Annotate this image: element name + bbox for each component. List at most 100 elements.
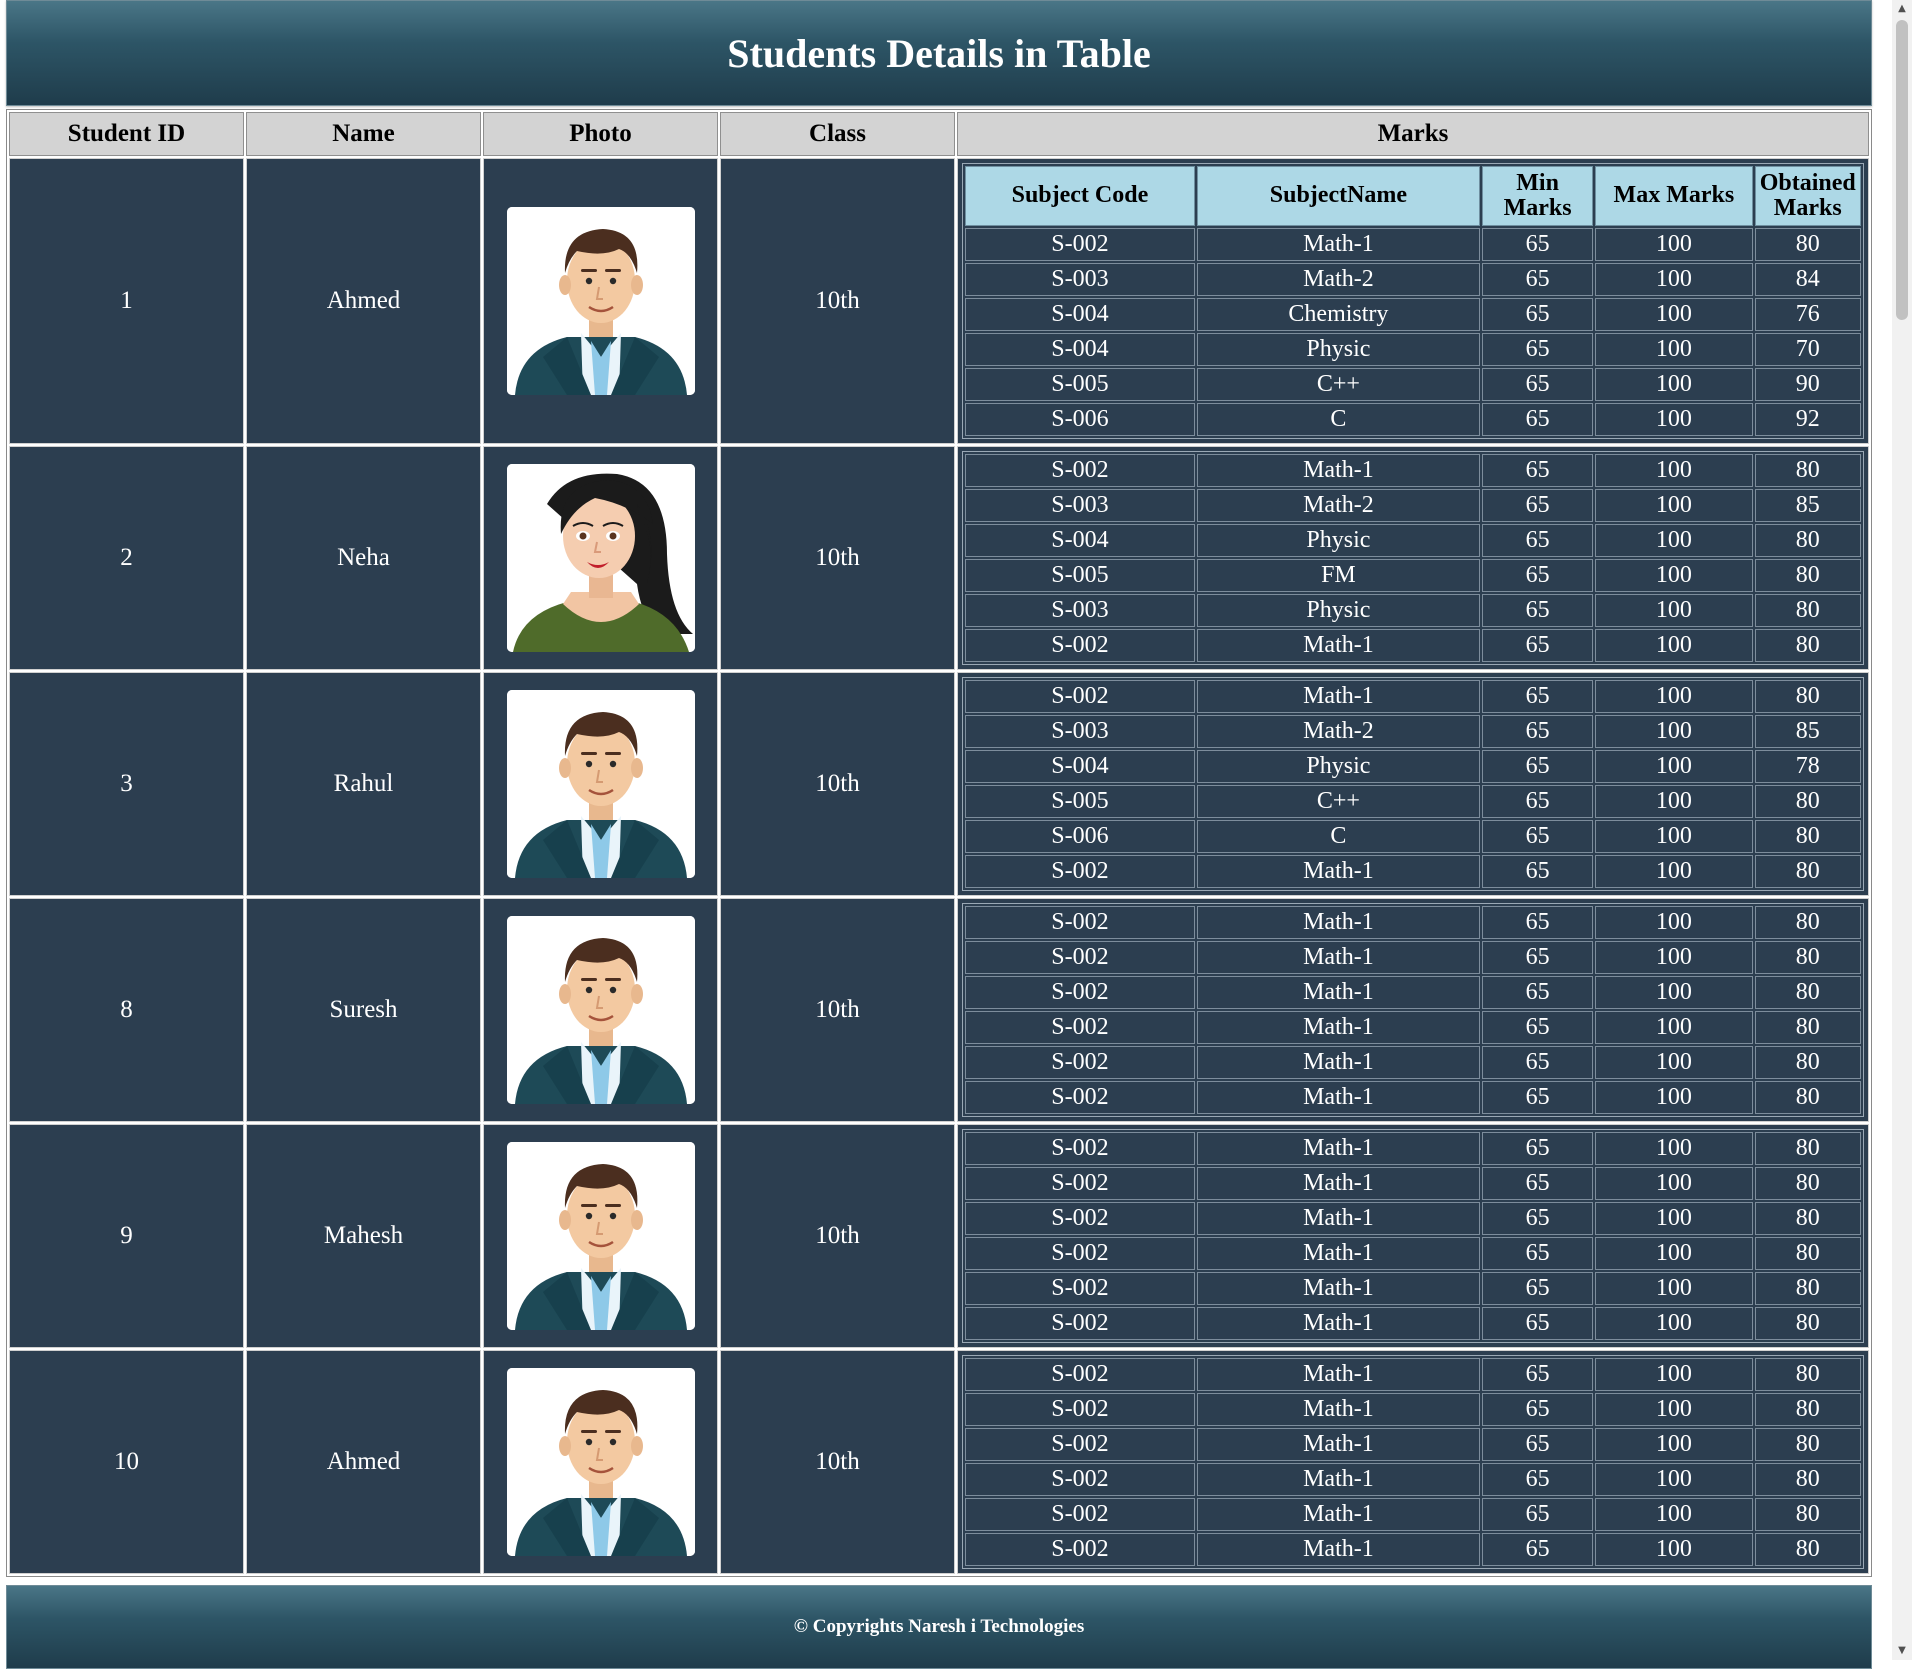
student-marks-cell: S-002 Math-1 65 100 80 S-002 Math-1 65 100 80 S-00… [957, 1124, 1869, 1348]
subject-name-cell: Physic [1196, 594, 1480, 627]
min-marks-cell: 65 [1481, 489, 1594, 522]
subject-name-cell: Math-1 [1196, 1237, 1480, 1270]
student-row: 2 Neha 10th S-002 Math-1 65 100 80 S-003 Math-2 65… [9, 446, 1869, 670]
subject-code-cell: S-002 [965, 855, 1195, 888]
min-marks-cell: 65 [1481, 333, 1594, 366]
marks-row: S-002 Math-1 65 100 80 [965, 1081, 1861, 1114]
min-marks-cell: 65 [1481, 454, 1594, 487]
max-marks-cell: 100 [1595, 298, 1753, 331]
subject-code-cell: S-003 [965, 594, 1195, 627]
marks-row: S-002 Math-1 65 100 80 [965, 1533, 1861, 1566]
obtained-marks-cell: 80 [1754, 1011, 1861, 1044]
max-marks-cell: 100 [1595, 855, 1753, 888]
obtained-marks-cell: 78 [1754, 750, 1861, 783]
subject-code-cell: S-002 [965, 1272, 1195, 1305]
subject-name-cell: Physic [1196, 750, 1480, 783]
marks-row: S-002 Math-1 65 100 80 [965, 1307, 1861, 1340]
marks-row: S-002 Math-1 65 100 80 [965, 1393, 1861, 1426]
max-marks-cell: 100 [1595, 489, 1753, 522]
male-avatar-icon [506, 207, 695, 395]
obtained-marks-cell: 92 [1754, 403, 1861, 436]
max-marks-cell: 100 [1595, 454, 1753, 487]
max-marks-cell: 100 [1595, 1307, 1753, 1340]
marks-row: S-002 Math-1 65 100 80 [965, 680, 1861, 713]
scroll-down-arrow-icon[interactable]: ▼ [1892, 1642, 1912, 1660]
marks-row: S-002 Math-1 65 100 80 [965, 1463, 1861, 1496]
subject-code-cell: S-003 [965, 263, 1195, 296]
subject-code-cell: S-004 [965, 298, 1195, 331]
subject-code-cell: S-004 [965, 333, 1195, 366]
min-marks-cell: 65 [1481, 1463, 1594, 1496]
marks-row: S-003 Math-2 65 100 84 [965, 263, 1861, 296]
min-marks-cell: 65 [1481, 1533, 1594, 1566]
student-row: 10 Ahmed 10th S-002 Math-1 65 100 80 S-002 Math-1… [9, 1350, 1869, 1574]
min-marks-cell: 65 [1481, 1167, 1594, 1200]
marks-header-subject-code: Subject Code [965, 166, 1195, 226]
marks-row: S-002 Math-1 65 100 80 [965, 1237, 1861, 1270]
scrollbar-thumb[interactable] [1896, 20, 1908, 320]
min-marks-cell: 65 [1481, 1202, 1594, 1235]
obtained-marks-cell: 80 [1754, 1272, 1861, 1305]
min-marks-cell: 65 [1481, 1081, 1594, 1114]
scroll-up-arrow-icon[interactable]: ▲ [1892, 0, 1912, 18]
female-avatar-icon [506, 464, 695, 652]
student-marks-cell: S-002 Math-1 65 100 80 S-002 Math-1 65 100 80 S-00… [957, 898, 1869, 1122]
student-id-cell: 10 [9, 1350, 244, 1574]
subject-name-cell: Chemistry [1196, 298, 1480, 331]
subject-name-cell: Math-1 [1196, 1358, 1480, 1391]
marks-row: S-005 C++ 65 100 90 [965, 368, 1861, 401]
marks-row: S-003 Math-2 65 100 85 [965, 715, 1861, 748]
min-marks-cell: 65 [1481, 750, 1594, 783]
marks-table-header: Subject Code SubjectName Min Marks Max Mark… [965, 166, 1861, 226]
max-marks-cell: 100 [1595, 594, 1753, 627]
subject-name-cell: Math-1 [1196, 855, 1480, 888]
min-marks-cell: 65 [1481, 1011, 1594, 1044]
obtained-marks-cell: 80 [1754, 820, 1861, 853]
obtained-marks-cell: 85 [1754, 715, 1861, 748]
subject-name-cell: Math-1 [1196, 454, 1480, 487]
max-marks-cell: 100 [1595, 228, 1753, 261]
subject-name-cell: Math-1 [1196, 1272, 1480, 1305]
student-id-cell: 3 [9, 672, 244, 896]
obtained-marks-cell: 80 [1754, 629, 1861, 662]
vertical-scrollbar[interactable]: ▲ ▼ [1892, 0, 1912, 1660]
marks-row: S-002 Math-1 65 100 80 [965, 629, 1861, 662]
student-name-cell: Suresh [246, 898, 481, 1122]
subject-name-cell: Physic [1196, 333, 1480, 366]
marks-row: S-002 Math-1 65 100 80 [965, 941, 1861, 974]
page-title: Students Details in Table [6, 0, 1872, 106]
max-marks-cell: 100 [1595, 680, 1753, 713]
obtained-marks-cell: 80 [1754, 1081, 1861, 1114]
student-class-cell: 10th [720, 1350, 955, 1574]
marks-row: S-004 Chemistry 65 100 76 [965, 298, 1861, 331]
student-photo-cell [483, 898, 718, 1122]
subject-name-cell: Math-1 [1196, 1081, 1480, 1114]
marks-table: S-002 Math-1 65 100 80 S-002 Math-1 65 100 80 S-00… [962, 903, 1864, 1117]
subject-name-cell: Math-2 [1196, 715, 1480, 748]
obtained-marks-cell: 80 [1754, 1132, 1861, 1165]
subject-code-cell: S-002 [965, 1358, 1195, 1391]
marks-row: S-005 C++ 65 100 80 [965, 785, 1861, 818]
obtained-marks-cell: 80 [1754, 855, 1861, 888]
min-marks-cell: 65 [1481, 1046, 1594, 1079]
marks-row: S-002 Math-1 65 100 80 [965, 906, 1861, 939]
marks-header-subject-name: SubjectName [1196, 166, 1480, 226]
min-marks-cell: 65 [1481, 228, 1594, 261]
obtained-marks-cell: 80 [1754, 1237, 1861, 1270]
subject-code-cell: S-003 [965, 489, 1195, 522]
student-name-cell: Mahesh [246, 1124, 481, 1348]
subject-code-cell: S-003 [965, 715, 1195, 748]
student-id-cell: 8 [9, 898, 244, 1122]
marks-row: S-002 Math-1 65 100 80 [965, 855, 1861, 888]
marks-row: S-002 Math-1 65 100 80 [965, 228, 1861, 261]
student-marks-cell: S-002 Math-1 65 100 80 S-003 Math-2 65 100 85 S-00… [957, 672, 1869, 896]
student-class-cell: 10th [720, 672, 955, 896]
student-row: 3 Rahul 10th S-002 Math-1 65 100 80 S-003 Math-2 6… [9, 672, 1869, 896]
obtained-marks-cell: 80 [1754, 454, 1861, 487]
obtained-marks-cell: 80 [1754, 785, 1861, 818]
max-marks-cell: 100 [1595, 524, 1753, 557]
obtained-marks-cell: 80 [1754, 906, 1861, 939]
max-marks-cell: 100 [1595, 1202, 1753, 1235]
min-marks-cell: 65 [1481, 1237, 1594, 1270]
subject-code-cell: S-006 [965, 403, 1195, 436]
